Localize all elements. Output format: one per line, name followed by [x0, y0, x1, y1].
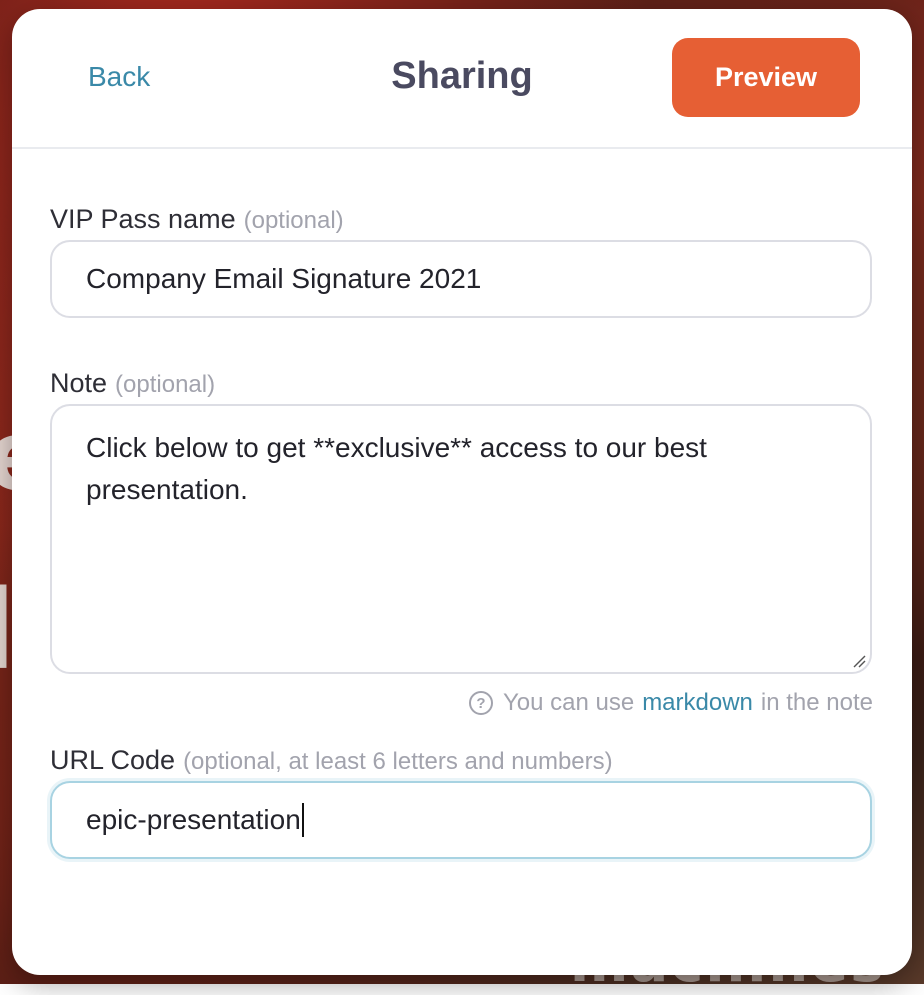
note-value: Click below to get **exclusive** access …: [86, 432, 707, 505]
pass-name-input[interactable]: Company Email Signature 2021: [50, 240, 872, 318]
url-code-label-text: URL Code: [50, 745, 176, 775]
resize-handle-icon[interactable]: [852, 654, 866, 668]
dialog-header: Back Sharing Preview: [12, 9, 912, 149]
url-code-value: epic-presentation: [86, 804, 301, 835]
pass-name-value: Company Email Signature 2021: [86, 263, 482, 294]
question-circle-icon: ?: [468, 691, 493, 715]
note-label-text: Note: [50, 368, 108, 398]
markdown-help: ? You can use markdown in the note: [468, 689, 873, 717]
sharing-dialog: Back Sharing Preview VIP Pass name (optio…: [12, 9, 912, 975]
text-cursor: [301, 803, 304, 837]
pass-name-hint: (optional): [243, 207, 344, 234]
note-hint: (optional): [115, 371, 216, 398]
markdown-help-prefix: You can use: [502, 689, 635, 716]
note-label: Note (optional): [50, 368, 215, 399]
preview-button[interactable]: Preview: [672, 38, 860, 117]
markdown-link[interactable]: markdown: [642, 689, 753, 717]
pass-name-label-text: VIP Pass name: [50, 204, 236, 234]
markdown-help-suffix: in the note: [760, 689, 873, 716]
url-code-input[interactable]: epic-presentation: [50, 781, 872, 859]
pass-name-label: VIP Pass name (optional): [50, 204, 344, 235]
url-code-label: URL Code (optional, at least 6 letters an…: [50, 745, 613, 776]
note-textarea[interactable]: Click below to get **exclusive** access …: [50, 404, 872, 674]
url-code-hint: (optional, at least 6 letters and number…: [183, 748, 613, 775]
